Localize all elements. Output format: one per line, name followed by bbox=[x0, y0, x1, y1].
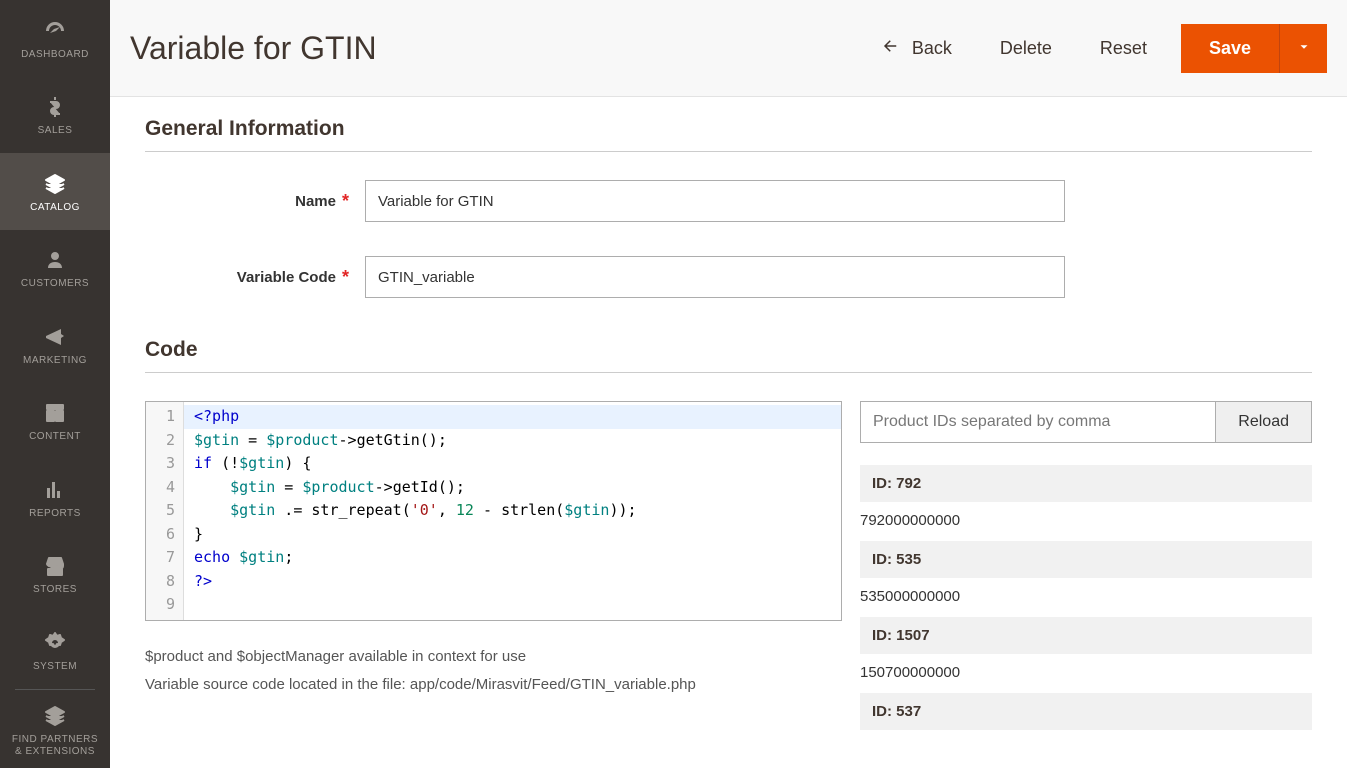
preview-item-value: 792000000000 bbox=[860, 502, 1312, 541]
content-area: General Information Name * Variable Code… bbox=[110, 97, 1347, 755]
code-hint-file: Variable source code located in the file… bbox=[145, 671, 842, 700]
caret-down-icon bbox=[1297, 40, 1311, 57]
preview-input-row: Reload bbox=[860, 401, 1312, 443]
sidebar-item-marketing[interactable]: MARKETING bbox=[0, 306, 110, 383]
preview-item: ID: 792792000000000 bbox=[860, 465, 1312, 541]
sidebar-item-label: STORES bbox=[33, 584, 77, 596]
code-gutter: 123456789 bbox=[146, 402, 184, 620]
sidebar-item-label: MARKETING bbox=[23, 355, 87, 367]
back-button[interactable]: Back bbox=[858, 27, 976, 70]
sidebar-item-system[interactable]: SYSTEM bbox=[0, 612, 110, 689]
sidebar-item-label: CATALOG bbox=[30, 202, 80, 214]
content-icon bbox=[41, 399, 69, 427]
arrow-left-icon bbox=[882, 37, 900, 60]
product-ids-input[interactable] bbox=[861, 402, 1215, 442]
variable-code-label: Variable Code * bbox=[145, 267, 365, 288]
sidebar-item-label: CUSTOMERS bbox=[21, 278, 89, 290]
sidebar-item-customers[interactable]: CUSTOMERS bbox=[0, 230, 110, 307]
code-editor[interactable]: 123456789 <?php$gtin = $product->getGtin… bbox=[145, 401, 842, 621]
save-dropdown-toggle[interactable] bbox=[1279, 24, 1327, 73]
variable-code-input[interactable] bbox=[365, 256, 1065, 298]
find-icon bbox=[41, 702, 69, 730]
preview-item: ID: 1507150700000000 bbox=[860, 617, 1312, 693]
sidebar-item-label: FIND PARTNERS& EXTENSIONS bbox=[12, 734, 98, 757]
name-label-text: Name bbox=[295, 193, 336, 210]
sidebar-item-find[interactable]: FIND PARTNERS& EXTENSIONS bbox=[0, 691, 110, 768]
page-title: Variable for GTIN bbox=[130, 29, 377, 67]
code-hint: $product and $objectManager available in… bbox=[145, 643, 842, 700]
stores-icon bbox=[41, 552, 69, 580]
page-header: Variable for GTIN Back Delete Reset Save bbox=[110, 0, 1347, 97]
reports-icon bbox=[41, 476, 69, 504]
sidebar-item-content[interactable]: CONTENT bbox=[0, 383, 110, 460]
header-actions: Back Delete Reset Save bbox=[858, 24, 1327, 73]
sales-icon bbox=[41, 93, 69, 121]
section-code-title: Code bbox=[145, 338, 1312, 373]
sidebar-item-label: SALES bbox=[38, 125, 73, 137]
sidebar-item-label: DASHBOARD bbox=[21, 49, 89, 61]
form-row-name: Name * bbox=[145, 180, 1312, 222]
dashboard-icon bbox=[41, 17, 69, 45]
name-label: Name * bbox=[145, 191, 365, 212]
required-asterisk: * bbox=[342, 267, 349, 288]
sidebar-item-stores[interactable]: STORES bbox=[0, 536, 110, 613]
save-button-group: Save bbox=[1181, 24, 1327, 73]
main-content: Variable for GTIN Back Delete Reset Save… bbox=[110, 0, 1347, 768]
form-row-variable-code: Variable Code * bbox=[145, 256, 1312, 298]
system-icon bbox=[41, 629, 69, 657]
preview-item: ID: 537 bbox=[860, 693, 1312, 735]
required-asterisk: * bbox=[342, 191, 349, 212]
section-general-title: General Information bbox=[145, 117, 1312, 152]
preview-item: ID: 535535000000000 bbox=[860, 541, 1312, 617]
sidebar-item-label: CONTENT bbox=[29, 431, 81, 443]
reset-button[interactable]: Reset bbox=[1076, 28, 1171, 69]
code-section: Code 123456789 <?php$gtin = $product->ge… bbox=[145, 338, 1312, 735]
delete-button[interactable]: Delete bbox=[976, 28, 1076, 69]
sidebar-item-label: REPORTS bbox=[29, 508, 81, 520]
sidebar-item-label: SYSTEM bbox=[33, 661, 77, 673]
customers-icon bbox=[41, 246, 69, 274]
name-input[interactable] bbox=[365, 180, 1065, 222]
code-columns: 123456789 <?php$gtin = $product->getGtin… bbox=[145, 401, 1312, 735]
marketing-icon bbox=[41, 323, 69, 351]
preview-item-value: 535000000000 bbox=[860, 578, 1312, 617]
sidebar-item-catalog[interactable]: CATALOG bbox=[0, 153, 110, 230]
catalog-icon bbox=[41, 170, 69, 198]
code-lines[interactable]: <?php$gtin = $product->getGtin();if (!$g… bbox=[184, 402, 841, 620]
preview-item-id: ID: 792 bbox=[860, 465, 1312, 502]
back-label: Back bbox=[912, 38, 952, 59]
preview-item-value: 150700000000 bbox=[860, 654, 1312, 693]
preview-item-id: ID: 535 bbox=[860, 541, 1312, 578]
variable-code-label-text: Variable Code bbox=[237, 269, 336, 286]
preview-item-value bbox=[860, 730, 1312, 735]
preview-item-id: ID: 1507 bbox=[860, 617, 1312, 654]
reload-button[interactable]: Reload bbox=[1215, 402, 1311, 442]
code-editor-column: 123456789 <?php$gtin = $product->getGtin… bbox=[145, 401, 842, 700]
sidebar: DASHBOARD SALES CATALOG CUSTOMERS MARKETING C… bbox=[0, 0, 110, 768]
preview-column: Reload ID: 792792000000000ID: 5355350000… bbox=[860, 401, 1312, 735]
preview-item-id: ID: 537 bbox=[860, 693, 1312, 730]
preview-list[interactable]: ID: 792792000000000ID: 535535000000000ID… bbox=[860, 465, 1312, 735]
sidebar-item-reports[interactable]: REPORTS bbox=[0, 459, 110, 536]
sidebar-item-dashboard[interactable]: DASHBOARD bbox=[0, 0, 110, 77]
code-hint-context: $product and $objectManager available in… bbox=[145, 643, 842, 672]
sidebar-item-sales[interactable]: SALES bbox=[0, 77, 110, 154]
save-button[interactable]: Save bbox=[1181, 24, 1279, 73]
